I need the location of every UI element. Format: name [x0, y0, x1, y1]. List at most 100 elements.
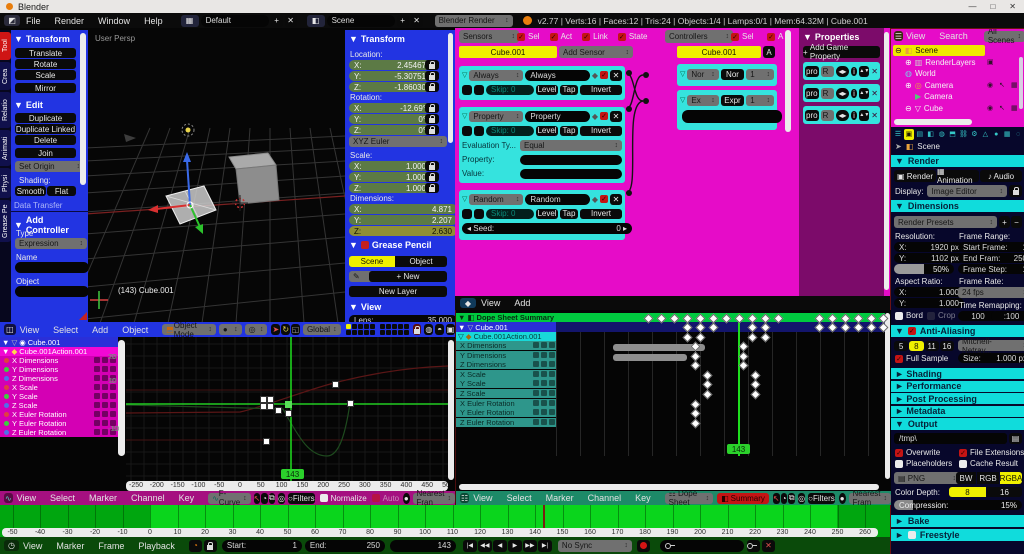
controller-block-nor[interactable]: ▽ Nor ↕ Nor 1 ↕: [677, 64, 777, 86]
field-y[interactable]: Y: 2.207: [349, 215, 455, 225]
controller-name-input[interactable]: Expr: [720, 94, 745, 106]
manipulator-translate-icon[interactable]: ➤: [271, 324, 281, 335]
overwrite-toggle[interactable]: ✓ Overwrite: [895, 448, 940, 457]
compression-slider[interactable]: Compression: 15%: [894, 500, 1022, 510]
ghost-icon[interactable]: ◔: [780, 492, 788, 504]
snap-select[interactable]: Nearest Fran ↕: [412, 489, 455, 505]
pin-icon[interactable]: ➤: [895, 142, 902, 151]
editor-type-icon[interactable]: ☰: [894, 31, 903, 41]
channel-x-scale[interactable]: X Scale: [0, 383, 118, 392]
menu-frame[interactable]: Frame: [98, 541, 124, 551]
layer-toggle-grid[interactable]: [345, 324, 409, 335]
editor-type-icon[interactable]: ◩: [4, 15, 20, 26]
property-input[interactable]: [520, 154, 622, 165]
scene-select[interactable]: Scene: [326, 14, 395, 27]
sensor-name-input[interactable]: Property: [525, 110, 590, 122]
outliner-item-scene-selected[interactable]: ⊖ ◧ Scene: [891, 45, 1024, 56]
keyframe-diamond[interactable]: [690, 351, 701, 362]
pivot-icon[interactable]: ●: [403, 492, 410, 504]
channel-action[interactable]: ▼ ◆ Cube.001Action.001: [0, 347, 118, 356]
scale-button[interactable]: Scale: [15, 70, 76, 80]
pulse-false-toggle[interactable]: [474, 84, 484, 95]
property-type-select[interactable]: R: [820, 109, 835, 121]
properties-tab-constraints[interactable]: ⛓: [959, 129, 969, 140]
reorder-buttons[interactable]: ▲▼: [859, 65, 870, 77]
skip-field[interactable]: Skip: 0: [486, 84, 534, 95]
sensor-active-toggle[interactable]: ✓: [600, 195, 608, 203]
duplicate-linked-button[interactable]: Duplicate Linked: [15, 124, 76, 134]
sensors-filter-select[interactable]: Sensors ↕: [459, 30, 519, 43]
value-input[interactable]: [520, 168, 622, 179]
dope-sheet[interactable]: ▼ ◧ Dope Sheet Summary ▼ ▽ Cube.001 ▽ ◆ Cube.001…: [455, 310, 891, 505]
current-frame-line[interactable]: [738, 313, 740, 456]
end-frame-field[interactable]: End: 250: [304, 539, 385, 552]
panel-header-anti-aliasing[interactable]: ▼ ✓ Anti-Aliasing: [891, 325, 1024, 337]
invert-button[interactable]: Invert: [580, 125, 622, 136]
translate-button[interactable]: Translate: [15, 48, 76, 58]
channel-z-euler-rotation[interactable]: Z Euler Rotation: [456, 417, 556, 427]
menu-channel[interactable]: Channel: [131, 493, 165, 503]
property-type-select[interactable]: R: [820, 87, 835, 99]
start-frame-field[interactable]: Start: 1: [221, 539, 302, 552]
lock-time-icon[interactable]: [203, 539, 217, 552]
keyframe-diamond[interactable]: [702, 389, 713, 400]
reorder-buttons[interactable]: ▲▼: [859, 87, 870, 99]
selected-keyframe[interactable]: [285, 401, 292, 408]
frame-rate-select[interactable]: 24 fps↕: [958, 287, 1024, 298]
channel-z-scale[interactable]: Z Scale: [0, 401, 118, 410]
scene-icon[interactable]: ◧: [306, 14, 325, 27]
tool-shelf-scrollbar[interactable]: [80, 33, 86, 185]
depth-8-button[interactable]: 8: [949, 487, 986, 497]
next-keyframe-button[interactable]: ▶▶: [522, 539, 537, 552]
keyframe-diamond[interactable]: [690, 418, 701, 429]
rgba-button[interactable]: RGBA: [1000, 472, 1022, 484]
delete-property-button[interactable]: ✕: [871, 111, 878, 120]
sensors-sel-toggle[interactable]: ✓ Sel: [517, 32, 540, 41]
lock-icon[interactable]: [425, 71, 439, 81]
menu-marker[interactable]: Marker: [546, 493, 574, 503]
dope-mode-select[interactable]: ☷ Dope Sheet ↕: [664, 489, 714, 505]
channel-x-dimensions[interactable]: X Dimensions: [456, 341, 556, 350]
jump-to-start-button[interactable]: |◀: [462, 539, 477, 552]
pivot-icon[interactable]: ●: [838, 492, 846, 504]
aspect-x-field[interactable]: X: 1.000: [894, 287, 964, 297]
properties-tab-render-layers[interactable]: ▤: [915, 129, 925, 140]
field-y[interactable]: Y: 1.000: [349, 172, 431, 182]
panel-header-bake[interactable]: ► Bake: [891, 515, 1024, 527]
properties-tab-data[interactable]: △: [980, 129, 990, 140]
skip-field[interactable]: Skip: 0: [486, 208, 534, 219]
sensor-block-always[interactable]: ▽ Always ↕ Always ◆ ✓ ✕ Skip: 0 Level Tap Invert: [459, 66, 625, 100]
file-format-select[interactable]: ▤ PNG ↕: [894, 472, 960, 484]
lock-icon[interactable]: [425, 183, 439, 193]
controller-state-select[interactable]: 1 ↕: [746, 94, 774, 106]
aspect-y-field[interactable]: Y: 1.000: [894, 298, 964, 308]
manipulator-scale-icon[interactable]: ◱: [291, 324, 300, 335]
sensor-output-socket[interactable]: [626, 70, 632, 76]
debug-icon[interactable]: i: [850, 110, 858, 120]
channel-y-euler-rotation[interactable]: Y Euler Rotation: [456, 408, 556, 418]
frame-step-field[interactable]: Frame Step:1: [958, 264, 1024, 274]
tap-button[interactable]: Tap: [560, 208, 578, 219]
level-button[interactable]: Level: [536, 208, 558, 219]
expand-icon[interactable]: ⊕: [905, 58, 912, 67]
delete-sensor-button[interactable]: ✕: [610, 110, 622, 122]
menu-channel[interactable]: Channel: [588, 493, 622, 503]
cache-result-toggle[interactable]: Cache Result: [959, 459, 1018, 468]
channel-y-dimensions[interactable]: Y Dimensions: [456, 350, 556, 360]
cam-icon[interactable]: ▦: [1011, 81, 1018, 89]
controller-name-input[interactable]: [15, 262, 88, 273]
pin-icon[interactable]: ◆: [592, 112, 598, 121]
search-icon[interactable]: ◎: [278, 492, 286, 504]
remap-new-field[interactable]: :100: [991, 311, 1024, 321]
delete-property-button[interactable]: ✕: [871, 89, 878, 98]
animation-button[interactable]: ▦ Animation: [937, 167, 979, 185]
filters-button[interactable]: ○ Filters: [808, 492, 835, 504]
panel-header-grease-pencil[interactable]: ▼ Grease Pencil: [349, 240, 431, 250]
output-path-field[interactable]: /tmp\: [894, 433, 1007, 444]
shade-smooth-button[interactable]: Smooth: [15, 186, 46, 196]
duplicate-button[interactable]: Duplicate: [15, 113, 76, 123]
channel-x-scale[interactable]: X Scale: [456, 369, 556, 379]
collapse-icon[interactable]: ▽: [680, 96, 685, 104]
panel-header-view[interactable]: ▼ View: [349, 302, 381, 312]
audio-button[interactable]: ♪ Audio: [980, 170, 1022, 182]
